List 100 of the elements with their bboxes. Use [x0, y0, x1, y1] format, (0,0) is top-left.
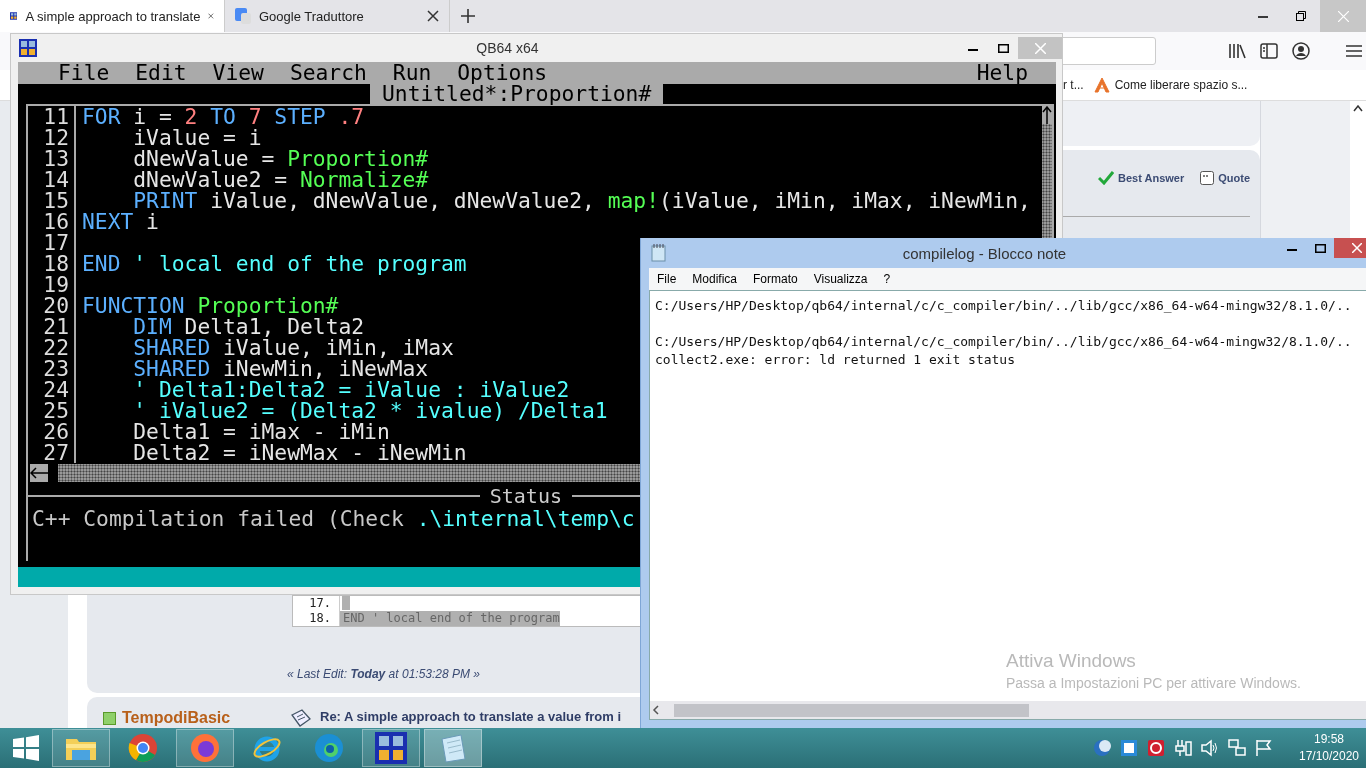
menu-item[interactable]: Run: [392, 62, 432, 84]
line-number: 23: [42, 358, 69, 379]
scroll-up-icon[interactable]: [1353, 105, 1363, 112]
menu-item[interactable]: Modifica: [684, 272, 746, 286]
new-tab-icon[interactable]: [461, 9, 475, 23]
menu-item[interactable]: Help: [976, 62, 1028, 84]
chrome-icon[interactable]: [128, 733, 158, 763]
code-line: Delta2 = iNewMax - iNewMin: [132, 442, 467, 463]
line-number: 22: [42, 337, 69, 358]
qb64-app-icon[interactable]: [375, 732, 407, 764]
window-title: compilelog - Blocco note: [901, 244, 1068, 262]
refresh-tray-icon[interactable]: [1147, 739, 1165, 757]
qb64-app-icon: [19, 39, 37, 57]
code-line: NEXT i: [82, 211, 159, 232]
bookmark-link[interactable]: Come liberare spazio s...: [1114, 78, 1248, 92]
scrollbar-thumb[interactable]: [674, 703, 1029, 717]
notepad-icon: [651, 244, 667, 262]
app-tray-icon[interactable]: [1120, 739, 1138, 757]
arrow-left-icon[interactable]: [30, 467, 48, 479]
menu-item[interactable]: Search: [289, 62, 367, 84]
post-subject-link[interactable]: Re: A simple approach to translate a value from i: [320, 709, 621, 727]
horizontal-scrollbar[interactable]: [58, 464, 640, 482]
line-number: 21: [42, 316, 69, 337]
author-name[interactable]: TempodiBasic: [122, 709, 231, 727]
quote-icon: [1200, 171, 1215, 185]
menu-item[interactable]: ?: [875, 272, 899, 286]
clock-time: 19:58: [1313, 731, 1345, 748]
restore-icon[interactable]: [1296, 11, 1306, 21]
line-number: 17.: [293, 596, 340, 611]
file-title: Untitled*:Proportion#: [370, 84, 664, 104]
line-number: 15: [42, 190, 69, 211]
log-line: C:/Users/HP/Desktop/qb64/internal/c/c_compiler/bin/../lib/gcc/x86_64-w64-mingw32/8.1.0/..: [655, 333, 1353, 351]
translate-favicon-icon: [235, 8, 251, 24]
maximize-icon[interactable]: [1314, 243, 1326, 253]
code-line: DIM Delta1, Delta2: [132, 316, 365, 337]
menu-item[interactable]: Options: [457, 62, 548, 84]
clock[interactable]: 19:58 17/10/2020: [1292, 731, 1366, 765]
scroll-left-icon[interactable]: [652, 705, 660, 715]
line-number: 13: [42, 148, 69, 169]
line-number: 11: [42, 106, 69, 127]
code-line: ' iValue2 = (Delta2 * ivalue) /Delta1: [132, 400, 608, 421]
arrow-up-icon[interactable]: [1042, 106, 1052, 124]
window-title: QB64 x64: [475, 40, 540, 56]
log-line: collect2.exe: error: ld returned 1 exit status: [655, 351, 1017, 369]
edge-icon[interactable]: [314, 733, 344, 763]
menu-item[interactable]: View: [212, 62, 264, 84]
bookmark-link[interactable]: r t...: [1063, 78, 1084, 92]
activation-hint: Passa a Impostazioni PC per attivare Windows.: [1006, 675, 1301, 691]
activation-title: Attiva Windows: [1006, 650, 1137, 672]
letter-a-logo-icon: [1093, 77, 1110, 93]
online-status-icon: [103, 711, 116, 725]
power-plug-icon[interactable]: [1174, 739, 1192, 757]
code-line: Delta1 = iMax - iMin: [132, 421, 390, 442]
line-number: 16: [42, 211, 69, 232]
menu-item[interactable]: Edit: [135, 62, 187, 84]
line-number: 12: [42, 127, 69, 148]
menu-item[interactable]: Visualizza: [805, 272, 876, 286]
menu-icon[interactable]: [1346, 44, 1362, 58]
post-action-link[interactable]: Best Answer: [1118, 172, 1185, 184]
browser-tab[interactable]: A simple approach to translate: [0, 0, 225, 32]
vertical-scrollbar[interactable]: [1042, 124, 1052, 238]
line-number: 17: [42, 232, 69, 253]
post-action-link[interactable]: Quote: [1218, 172, 1250, 184]
code-line: PRINT iValue, dNewValue, dNewValue2, map!(iValue, iMin, iMax, iNewMin,: [132, 190, 1031, 211]
code-line: SHARED iNewMin, iNewMax: [132, 358, 429, 379]
code-line: ' Delta1:Delta2 = iValue : iValue2: [132, 379, 570, 400]
clock-date: 17/10/2020: [1297, 748, 1361, 765]
code-line: iValue = i: [132, 127, 262, 148]
library-icon[interactable]: [1228, 43, 1246, 59]
status-label: Status: [488, 484, 563, 508]
line-number: 20: [42, 295, 69, 316]
code-line: dNewValue = Proportion#: [132, 148, 429, 169]
line-number: 24: [42, 379, 69, 400]
check-icon: [1098, 171, 1114, 185]
speaker-icon[interactable]: [1201, 739, 1219, 757]
code-line: FUNCTION Proportion#: [82, 295, 339, 316]
moon-icon[interactable]: [1093, 739, 1111, 757]
status-message: C++ Compilation failed (Check .\internal\temp\c: [31, 507, 636, 531]
maximize-icon[interactable]: [997, 43, 1009, 53]
address-field[interactable]: [1060, 37, 1156, 65]
menu-item[interactable]: File: [649, 272, 685, 286]
log-line: C:/Users/HP/Desktop/qb64/internal/c/c_compiler/bin/../lib/gcc/x86_64-w64-mingw32/8.1.0/..: [655, 297, 1353, 315]
network-icon[interactable]: [1228, 739, 1246, 757]
sidebar-icon[interactable]: [1260, 43, 1278, 59]
line-number: 26: [42, 421, 69, 442]
line-number: 25: [42, 400, 69, 421]
code-line: FOR i = 2 TO 7 STEP .7: [82, 106, 365, 127]
post-icon: [290, 709, 312, 727]
menu-item[interactable]: Formato: [745, 272, 806, 286]
code-line: SHARED iValue, iMin, iMax: [132, 337, 454, 358]
menu-item[interactable]: File: [58, 62, 110, 84]
code-line: END ' local end of the program: [82, 253, 467, 274]
line-number: 27: [42, 442, 69, 463]
close-tab-icon[interactable]: [427, 10, 439, 22]
line-number: 19: [42, 274, 69, 295]
account-icon[interactable]: [1292, 42, 1310, 60]
line-number: 14: [42, 169, 69, 190]
close-icon[interactable]: [1352, 243, 1362, 253]
windows-logo-icon[interactable]: [13, 735, 39, 761]
flag-icon[interactable]: [1255, 739, 1273, 757]
